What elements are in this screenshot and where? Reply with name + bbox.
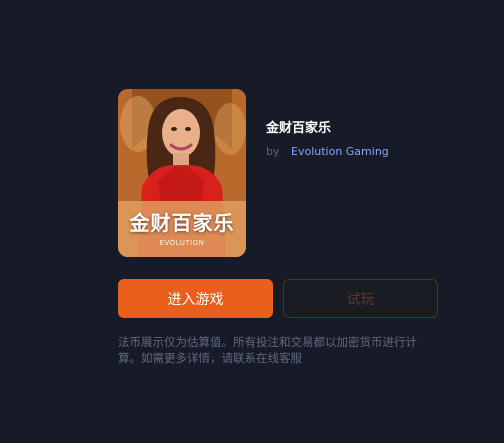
provider-row: by Evolution Gaming [266, 145, 389, 158]
game-detail-panel: 金财百家乐 EVOLUTION 金财百家乐 by Evolution Gamin… [0, 0, 504, 443]
thumbnail-title: 金财百家乐 [129, 211, 235, 235]
currency-notice: 法币展示仅为估算值。所有投注和交易都以加密货币进行计算。如需更多详情，请联系在线… [118, 335, 417, 365]
thumbnail-brand-logo: EVOLUTION [159, 239, 205, 247]
provider-link[interactable]: Evolution Gaming [291, 145, 389, 158]
trial-play-button[interactable]: 试玩 [283, 279, 438, 318]
enter-game-button[interactable]: 进入游戏 [118, 279, 273, 318]
game-thumbnail[interactable]: 金财百家乐 EVOLUTION [118, 89, 246, 257]
provider-prefix: by [266, 145, 280, 158]
game-title: 金财百家乐 [266, 121, 332, 136]
